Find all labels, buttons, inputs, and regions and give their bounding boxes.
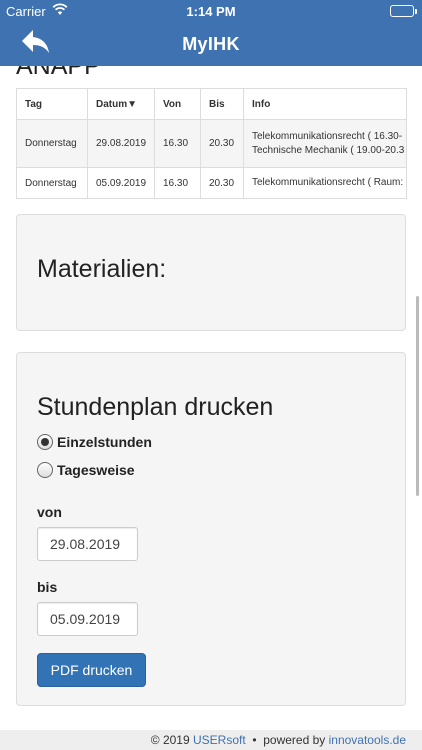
col-header-info: Info: [243, 88, 407, 120]
footer: © 2019 USERsoft • powered by innovatools…: [0, 730, 422, 750]
status-time: 1:14 PM: [186, 4, 236, 19]
info-line: Technische Mechanik ( 19.00-20.3: [252, 144, 405, 156]
nav-bar: MyIHK: [0, 22, 422, 66]
table-row: Donnerstag 05.09.2019 16.30 20.30 Teleko…: [16, 167, 407, 199]
print-panel: Stundenplan drucken Einzelstunden Tagesw…: [16, 352, 406, 706]
schedule-table: Tag Datum▼ Von Bis Info Donnerstag 29.08…: [16, 88, 407, 199]
col-header-datum[interactable]: Datum▼: [87, 88, 155, 120]
print-heading: Stundenplan drucken: [37, 393, 274, 421]
materials-panel: Materialien:: [16, 214, 406, 331]
to-date-input[interactable]: 05.09.2019: [37, 602, 138, 636]
footer-powered-label: powered by: [263, 733, 326, 747]
radio-unchecked-icon[interactable]: [37, 462, 53, 478]
col-header-bis: Bis: [200, 88, 244, 120]
footer-separator: •: [252, 733, 257, 747]
table-header-row: Tag Datum▼ Von Bis Info: [16, 88, 407, 120]
cell-von: 16.30: [154, 167, 201, 199]
footer-copyright: © 2019: [150, 733, 190, 747]
cell-info: Telekommunikationsrecht ( Raum:: [243, 167, 407, 199]
radio-label: Tagesweise: [57, 462, 135, 478]
cell-bis: 20.30: [200, 167, 244, 199]
cell-von: 16.30: [154, 119, 201, 168]
cell-tag: Donnerstag: [16, 167, 88, 199]
cell-datum: 05.09.2019: [87, 167, 155, 199]
cell-info: Telekommunikationsrecht ( 16.30- Technis…: [243, 119, 407, 168]
cell-bis: 20.30: [200, 119, 244, 168]
materials-heading: Materialien:: [37, 255, 167, 283]
radio-checked-icon[interactable]: [37, 434, 53, 450]
page-title: MyIHK: [182, 34, 240, 54]
status-bar: Carrier 1:14 PM: [0, 0, 422, 22]
radio-tagesweise[interactable]: Tagesweise: [37, 461, 135, 479]
footer-company-link[interactable]: USERsoft: [193, 733, 246, 747]
from-label: von: [37, 504, 62, 520]
battery-icon: [390, 5, 417, 17]
radio-label: Einzelstunden: [57, 434, 152, 450]
footer-partner-link[interactable]: innovatools.de: [329, 733, 406, 747]
col-header-tag: Tag: [16, 88, 88, 120]
cell-tag: Donnerstag: [16, 119, 88, 168]
cell-datum: 29.08.2019: [87, 119, 155, 168]
info-line: Telekommunikationsrecht ( Raum:: [252, 177, 404, 188]
section-heading: ANAPP: [16, 66, 101, 80]
main-content[interactable]: ANAPP Tag Datum▼ Von Bis Info Donnerstag…: [0, 66, 422, 730]
pdf-print-button[interactable]: PDF drucken: [37, 653, 146, 687]
col-header-von: Von: [154, 88, 201, 120]
from-date-input[interactable]: 29.08.2019: [37, 527, 138, 561]
info-line: Telekommunikationsrecht ( 16.30-: [252, 130, 403, 142]
scrollbar[interactable]: [416, 296, 419, 496]
table-row: Donnerstag 29.08.2019 16.30 20.30 Teleko…: [16, 119, 407, 168]
radio-einzelstunden[interactable]: Einzelstunden: [37, 433, 152, 451]
to-label: bis: [37, 579, 58, 595]
